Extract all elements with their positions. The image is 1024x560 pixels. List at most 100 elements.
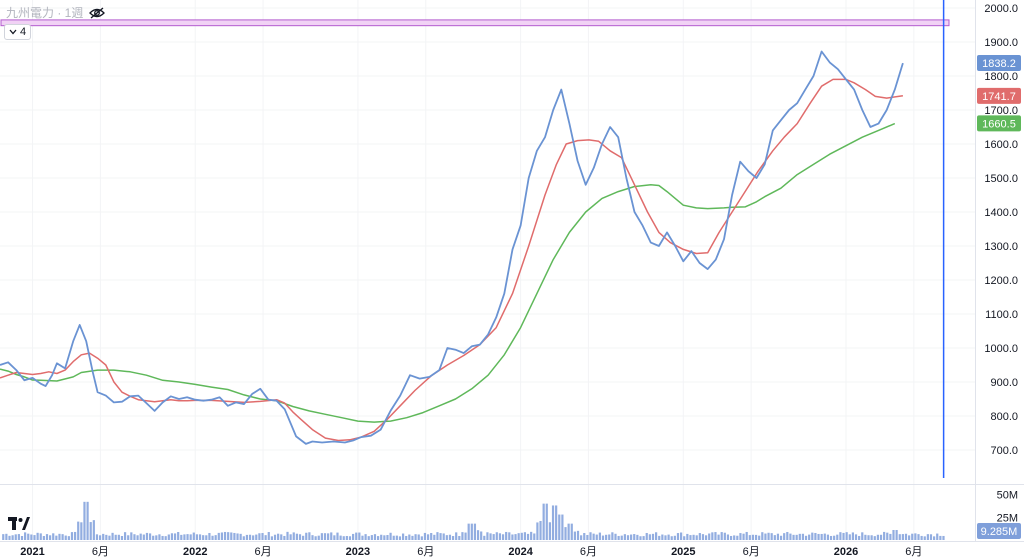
volume-bar xyxy=(330,532,333,540)
time-tick-label: 2025 xyxy=(671,546,695,558)
volume-bar xyxy=(605,534,608,540)
volume-bar xyxy=(555,505,558,540)
volume-bar xyxy=(933,536,936,540)
time-tick-label: 2023 xyxy=(346,546,370,558)
volume-bar xyxy=(779,535,783,540)
volume-bar xyxy=(558,514,561,540)
volume-bar xyxy=(327,533,330,540)
volume-bar xyxy=(245,534,249,540)
time-tick-label: 6月 xyxy=(255,546,272,558)
volume-bar xyxy=(573,531,576,540)
volume-bar xyxy=(845,532,848,540)
volume-bar xyxy=(929,534,933,540)
volume-bar xyxy=(536,522,539,540)
volume-bar xyxy=(314,536,317,540)
volume-bar xyxy=(801,533,805,540)
volume-bar xyxy=(917,534,920,540)
volume-bar xyxy=(870,535,873,540)
volume-bar xyxy=(939,535,942,540)
volume-bar xyxy=(383,535,386,540)
volume-bar xyxy=(583,533,586,540)
volume-bar xyxy=(292,532,295,540)
volume-bar xyxy=(720,532,723,540)
volume-bar xyxy=(664,535,667,540)
volume-bar xyxy=(492,534,495,540)
volume-bar xyxy=(83,501,86,540)
volume-bar xyxy=(148,533,152,540)
volume-bar xyxy=(467,523,470,540)
volume-bar xyxy=(526,533,530,540)
volume-bar xyxy=(164,536,167,540)
time-axis[interactable]: 2021 6月 2022 6月 2023 6月 2024 6月 2025 6月 2026 6月 xyxy=(20,546,922,558)
stock-chart[interactable]: 2000.0 1900.0 1800.0 1700.0 1600.0 1500.0 1400… xyxy=(0,0,1024,560)
volume-bar xyxy=(433,534,436,540)
volume-bar xyxy=(255,534,258,540)
volume-bar xyxy=(911,533,914,540)
volume-bar xyxy=(867,535,870,540)
volume-bar xyxy=(679,532,683,540)
volume-bar xyxy=(170,533,174,540)
volume-bar xyxy=(458,535,461,540)
volume-bar xyxy=(145,532,149,540)
volume-bar xyxy=(342,536,345,540)
volume-bar xyxy=(155,535,158,540)
highlight-band[interactable] xyxy=(0,19,950,27)
volume-bar xyxy=(445,535,448,540)
volume-bar xyxy=(364,534,367,540)
volume-bar xyxy=(426,534,430,540)
volume-bar xyxy=(476,530,480,540)
price-tick-label: 800.0 xyxy=(990,411,1018,423)
volume-bar xyxy=(776,533,780,540)
volume-bar xyxy=(361,535,364,540)
volume-bar xyxy=(851,532,854,540)
volume-bar xyxy=(898,534,901,540)
volume-bar xyxy=(636,534,639,540)
volume-bar xyxy=(655,532,658,540)
volume-bar xyxy=(551,505,555,540)
volume-bar xyxy=(920,535,923,540)
volume-bar xyxy=(120,536,124,540)
volume-bar xyxy=(161,535,164,540)
price-label-value: 1741.7 xyxy=(982,91,1016,103)
volume-bar xyxy=(686,533,689,540)
volume-bar xyxy=(380,534,383,540)
volume-bar xyxy=(598,532,601,540)
price-label-ma_long: 1660.5 xyxy=(977,115,1021,132)
volume-bar xyxy=(748,535,751,540)
volume-bar xyxy=(420,536,423,540)
volume-bar xyxy=(839,532,842,540)
volume-bar xyxy=(123,532,127,540)
volume-bar xyxy=(5,533,8,540)
volume-bar xyxy=(208,532,211,540)
volume-bar xyxy=(676,533,680,540)
volume-bar xyxy=(352,533,355,540)
volume-bar xyxy=(639,536,642,540)
volume-bar xyxy=(248,534,252,540)
volume-label: 9.285M xyxy=(977,523,1021,539)
volume-bar xyxy=(439,533,442,540)
eye-icon[interactable] xyxy=(89,7,106,19)
symbol-legend[interactable]: 九州電力 · 1週 xyxy=(6,4,106,21)
chevron-down-icon xyxy=(9,29,17,35)
tradingview-logo-icon[interactable] xyxy=(8,516,30,532)
volume-bar xyxy=(130,532,133,540)
volume-bar xyxy=(295,533,298,540)
symbol-title: 九州電力 · 1週 xyxy=(6,6,84,20)
volume-bar xyxy=(854,534,858,540)
time-tick-label: 2021 xyxy=(20,546,44,558)
price-axis[interactable]: 2000.0 1900.0 1800.0 1700.0 1600.0 1500.0 1400… xyxy=(984,3,1018,524)
volume-bar xyxy=(214,535,217,540)
volume-bar xyxy=(833,535,836,540)
volume-bar xyxy=(804,535,808,540)
volume-bar xyxy=(651,533,655,540)
volume-bar xyxy=(658,535,661,540)
volume-bar xyxy=(24,532,27,540)
volume-bar xyxy=(177,532,180,540)
volume-bar xyxy=(233,532,236,540)
volume-bar xyxy=(77,521,80,540)
highlight-rectangle[interactable] xyxy=(0,19,950,27)
volume-bar xyxy=(98,535,102,540)
volume-bar xyxy=(623,534,626,540)
indicators-toggle[interactable]: 4 xyxy=(4,24,32,40)
volume-bar xyxy=(923,536,926,540)
